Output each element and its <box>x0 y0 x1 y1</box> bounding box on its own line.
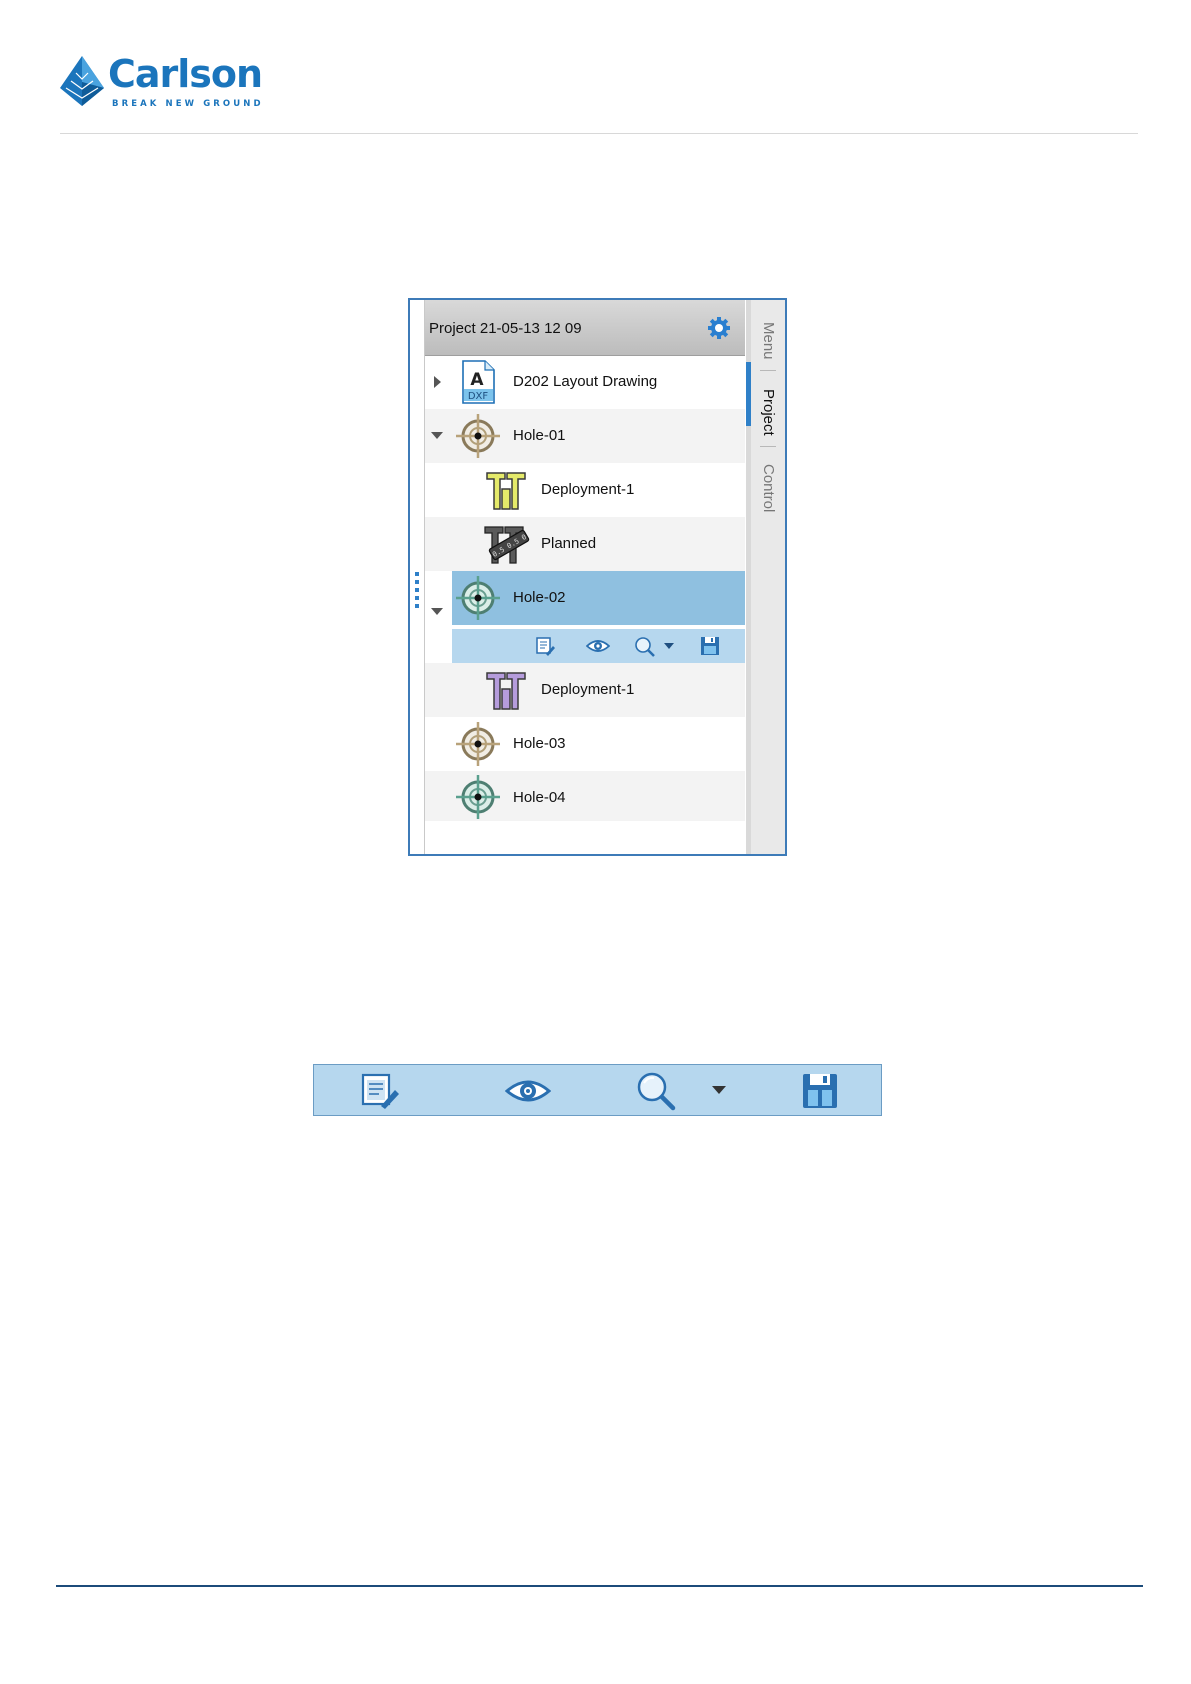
tree-item-label: Planned <box>541 535 597 552</box>
visibility-eye-icon[interactable] <box>586 638 610 654</box>
collapse-arrow-icon[interactable] <box>431 432 443 439</box>
svg-text:DXF: DXF <box>468 391 489 402</box>
hole-target-icon <box>456 722 500 766</box>
tab-control[interactable]: Control <box>751 450 785 526</box>
tree-item-label: Hole-02 <box>513 589 566 606</box>
tree-item-hole-01[interactable]: Hole-01 <box>425 409 745 463</box>
edit-icon[interactable] <box>535 636 555 656</box>
drag-handle[interactable] <box>415 572 419 612</box>
zoom-icon[interactable] <box>634 636 656 658</box>
hole-target-icon <box>456 414 500 458</box>
hole-target-icon <box>456 576 500 620</box>
deployment-icon <box>486 472 526 510</box>
deployment-icon <box>486 672 526 710</box>
project-header: Project 21-05-13 12 09 <box>425 300 745 356</box>
tree-item-label: Hole-04 <box>513 789 566 806</box>
tree-item-planned[interactable]: 0.5 0.5 0 Planned <box>425 517 745 571</box>
planned-deployment-icon: 0.5 0.5 0 <box>484 526 530 564</box>
visibility-eye-icon[interactable] <box>505 1077 551 1105</box>
dxf-file-icon: A DXF <box>462 360 495 404</box>
tree-item-d202-layout-drawing[interactable]: A DXF D202 Layout Drawing <box>425 355 745 409</box>
header-divider <box>60 133 1138 134</box>
tree-item-hole-04[interactable]: Hole-04 <box>425 771 745 821</box>
zoom-icon[interactable] <box>636 1071 676 1111</box>
save-icon[interactable] <box>700 636 720 656</box>
gear-icon[interactable] <box>707 316 731 340</box>
tree-item-hole-03[interactable]: Hole-03 <box>425 717 745 771</box>
tree-item-label: Deployment-1 <box>541 481 635 498</box>
tree-item-label: Deployment-1 <box>541 681 635 698</box>
tree-item-hole-02[interactable]: Hole-02 <box>452 571 745 625</box>
collapse-arrow-icon[interactable] <box>431 608 443 615</box>
project-title: Project 21-05-13 12 09 <box>429 320 582 337</box>
dropdown-arrow-icon[interactable] <box>712 1086 726 1094</box>
tree-empty-area <box>425 821 745 854</box>
tab-project[interactable]: Project <box>751 374 785 450</box>
hole-target-icon <box>456 775 500 819</box>
tab-divider <box>760 370 776 371</box>
svg-text:A: A <box>470 370 484 390</box>
panel-left-edge <box>410 300 425 854</box>
tree-item-label: D202 Layout Drawing <box>513 373 658 390</box>
dropdown-arrow-icon[interactable] <box>664 643 674 649</box>
tree-item-label: Hole-01 <box>513 427 566 444</box>
logo-wordmark: Carlson <box>108 52 263 96</box>
side-tabs: Menu Project Control <box>751 300 785 854</box>
action-toolbar <box>313 1064 882 1116</box>
footer-divider <box>56 1585 1143 1587</box>
item-action-bar <box>452 629 745 663</box>
tab-menu[interactable]: Menu <box>751 310 785 372</box>
tree-item-label: Hole-03 <box>513 735 566 752</box>
tab-divider <box>760 446 776 447</box>
save-icon[interactable] <box>801 1072 839 1110</box>
expand-arrow-icon[interactable] <box>434 376 441 388</box>
edit-icon[interactable] <box>361 1073 399 1109</box>
logo-tagline: BREAK NEW GROUND <box>112 99 264 109</box>
project-panel: Project 21-05-13 12 09 A DXF D202 Layout… <box>408 298 787 856</box>
tree-item-deployment-1-b[interactable]: Deployment-1 <box>425 663 745 717</box>
tree-item-deployment-1[interactable]: Deployment-1 <box>425 463 745 517</box>
